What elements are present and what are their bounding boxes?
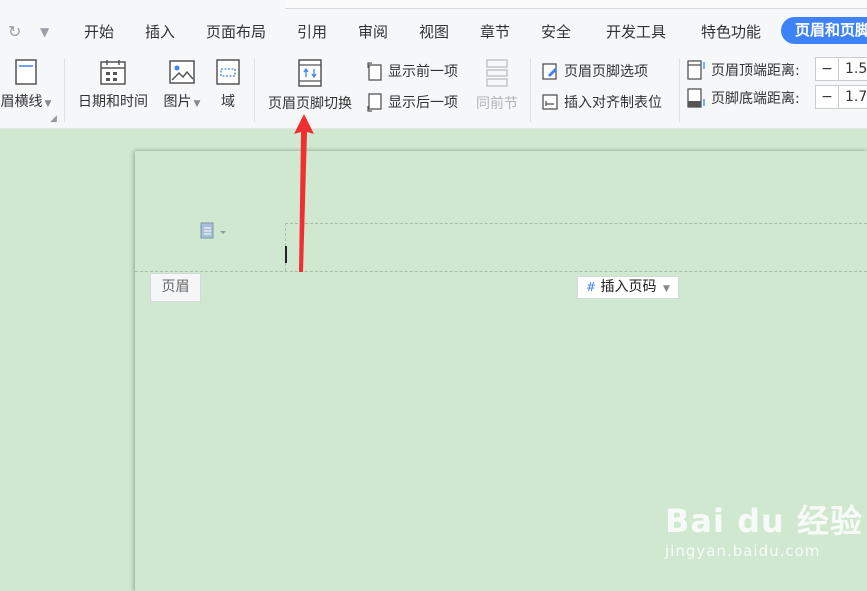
field-label: 域 [221, 94, 235, 110]
calendar-icon [100, 60, 126, 85]
separator [530, 58, 531, 122]
footer-bottom-distance-label: 页脚底端距离: [711, 91, 800, 107]
header-footer-options-button[interactable]: 页眉页脚选项 [541, 60, 648, 82]
header-top-distance-label: 页眉顶端距离: [711, 63, 800, 79]
header-footer-switch-icon [298, 59, 322, 87]
picture-label: 图片 [163, 94, 192, 110]
insert-page-number-label: 插入页码 [600, 279, 657, 295]
header-line-icon [15, 59, 37, 85]
separator [679, 58, 680, 122]
ribbon-toolbar: 眉横线 ▼ ◢ 日期和时间 图片 ▼ 域 页眉页脚切换 显示前一项 显示后一项 … [0, 50, 867, 129]
header-line-label: 眉横线 [0, 94, 43, 110]
date-time-label: 日期和时间 [78, 94, 148, 110]
footer-bottom-distance-row: 页脚底端距离: [686, 87, 800, 109]
date-time-button[interactable]: 日期和时间 [74, 58, 152, 111]
footer-bottom-minus-button[interactable]: − [815, 85, 839, 109]
insert-alignment-tab-button[interactable]: 插入对齐制表位 [541, 91, 662, 113]
tab-page-layout[interactable]: 页面布局 [206, 21, 266, 42]
tab-security[interactable]: 安全 [541, 21, 571, 42]
header-boundary-line [135, 271, 867, 272]
tab-review[interactable]: 审阅 [358, 21, 388, 42]
show-previous-icon [367, 61, 382, 81]
separator [64, 58, 65, 122]
show-next-icon [367, 92, 382, 112]
chevron-down-icon: ▼ [44, 99, 52, 109]
show-previous-button[interactable]: 显示前一项 [366, 60, 458, 82]
tab-home[interactable]: 开始 [84, 21, 114, 42]
tab-insert[interactable]: 插入 [145, 21, 175, 42]
tab-special-features[interactable]: 特色功能 [701, 21, 761, 42]
same-as-previous-icon [486, 59, 508, 87]
footer-bottom-distance-input[interactable]: 1.7 [839, 85, 867, 109]
insert-alignment-tab-icon [542, 94, 558, 110]
header-line-button[interactable]: 眉横线 ▼ [0, 58, 54, 111]
insert-page-number-button[interactable]: # 插入页码 ▼ [577, 276, 679, 299]
text-cursor [285, 246, 287, 263]
paragraph-options-icon[interactable] [199, 222, 229, 240]
title-bar-edge [285, 0, 867, 9]
page-number-icon: # [586, 280, 597, 294]
redo-icon[interactable]: ↻ [8, 22, 21, 41]
header-top-distance-icon [687, 60, 705, 80]
insert-alignment-tab-label: 插入对齐制表位 [564, 95, 662, 111]
tab-header-footer[interactable]: 页眉和页脚 [781, 17, 867, 44]
quick-access-dropdown-icon[interactable]: ▼ [40, 25, 49, 39]
picture-icon [169, 60, 195, 84]
header-footer-options-label: 页眉页脚选项 [564, 64, 648, 80]
menu-bar: ↻ ▼ 开始 插入 页面布局 引用 审阅 视图 章节 安全 开发工具 特色功能 … [0, 0, 867, 50]
show-next-label: 显示后一项 [388, 95, 458, 111]
header-top-distance-row: 页眉顶端距离: [686, 59, 800, 81]
tab-references[interactable]: 引用 [297, 21, 327, 42]
chevron-down-icon: ▼ [193, 99, 201, 109]
show-next-button[interactable]: 显示后一项 [366, 91, 458, 113]
tab-developer-tools[interactable]: 开发工具 [606, 21, 666, 42]
header-top-margin-guide [285, 223, 867, 224]
header-top-distance-input[interactable]: 1.5 [839, 57, 867, 81]
group-expand-icon[interactable]: ◢ [50, 114, 57, 124]
separator [254, 58, 255, 122]
baidu-jingyan-watermark: Bai du 经验 jingyan.baidu.com [665, 496, 863, 560]
field-button[interactable]: 域 [212, 58, 244, 111]
header-footer-switch-label: 页眉页脚切换 [268, 96, 352, 112]
chevron-down-icon: ▼ [662, 284, 670, 294]
watermark-brand: Bai du 经验 [665, 502, 863, 540]
show-previous-label: 显示前一项 [388, 64, 458, 80]
watermark-url: jingyan.baidu.com [665, 542, 821, 560]
same-as-previous-label: 同前节 [476, 96, 518, 112]
tab-view[interactable]: 视图 [419, 21, 449, 42]
field-icon [216, 59, 240, 85]
header-footer-options-icon [542, 63, 557, 80]
header-tag: 页眉 [150, 273, 201, 302]
header-footer-switch-button[interactable]: 页眉页脚切换 [264, 58, 356, 113]
header-top-minus-button[interactable]: − [815, 57, 839, 81]
footer-bottom-distance-icon [687, 88, 705, 108]
tab-chapter[interactable]: 章节 [480, 21, 510, 42]
picture-button[interactable]: 图片 ▼ [160, 58, 204, 111]
same-as-previous-button[interactable]: 同前节 [472, 58, 522, 113]
